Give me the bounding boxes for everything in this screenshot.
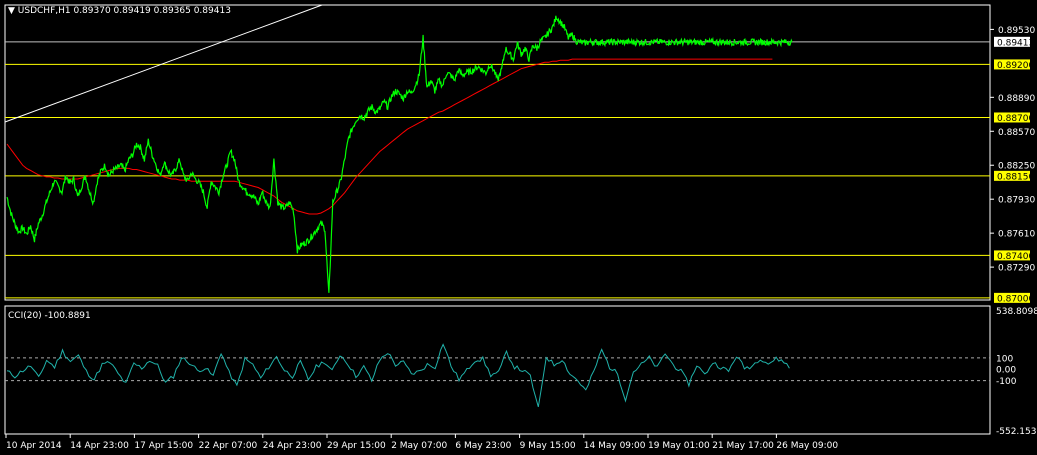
price-tick-label: 0.88890 (998, 94, 1035, 104)
level-label: 0.88150 (997, 172, 1034, 182)
time-tick-label: 22 Apr 07:00 (199, 441, 258, 451)
time-tick-label: 14 Apr 23:00 (70, 441, 129, 451)
symbol-title: ▼ USDCHF,H1 0.89370 0.89419 0.89365 0.89… (8, 6, 231, 16)
price-tick-label: 0.89530 (998, 26, 1035, 36)
ma-series (6, 58, 773, 215)
moving-average-line (6, 58, 773, 215)
price-tick-label: 0.87930 (998, 196, 1035, 206)
level-label: 0.87000 (997, 294, 1034, 304)
price-series (6, 15, 793, 293)
level-label: 0.88700 (997, 114, 1034, 124)
cci-tick-label: -552.1533 (996, 427, 1037, 437)
level-label: 0.89200 (997, 61, 1034, 71)
price-tick-label: 0.88570 (998, 128, 1035, 138)
time-tick-label: 24 Apr 23:00 (263, 441, 322, 451)
time-tick-label: 19 May 01:00 (648, 441, 710, 451)
chart-canvas: 0.89200 0.88700 0.88150 0.87400 0.87000 0.894… (4, 4, 1037, 451)
price-tick-label: 0.87290 (998, 264, 1035, 274)
cci-panel-frame (4, 305, 991, 435)
time-tick-label: 17 Apr 15:00 (134, 441, 193, 451)
time-tick-label: 26 May 09:00 (776, 441, 838, 451)
time-tick-label: 21 May 17:00 (712, 441, 774, 451)
cci-tick-label: 100 (996, 354, 1013, 364)
price-line (6, 15, 793, 293)
level-label: 0.87400 (997, 252, 1034, 262)
time-tick-label: 14 May 09:00 (584, 441, 646, 451)
time-axis: 10 Apr 2014 14 Apr 23:00 17 Apr 15:00 22 Ap… (5, 434, 838, 451)
price-tick-label: 0.88250 (998, 162, 1035, 172)
time-tick-label: 9 May 15:00 (520, 441, 576, 451)
cci-line (6, 343, 790, 408)
cci-tick-label: 0.00 (996, 366, 1016, 376)
current-price-label: 0.89413 (997, 38, 1034, 48)
trendline-segment (4, 4, 323, 123)
time-tick-label: 10 Apr 2014 (6, 441, 62, 451)
symbol-title-text: USDCHF,H1 0.89370 0.89419 0.89365 0.8941… (17, 6, 231, 16)
dropdown-triangle-icon[interactable]: ▼ (8, 6, 15, 16)
time-tick-label: 29 Apr 15:00 (327, 441, 386, 451)
time-tick-label: 2 May 07:00 (391, 441, 447, 451)
level-lines: 0.89200 0.88700 0.88150 0.87400 0.87000 0.894… (5, 36, 1034, 304)
cci-tick-label: -100 (996, 377, 1017, 387)
trendline (4, 4, 323, 123)
cci-series (5, 343, 990, 408)
cci-title: CCI(20) -100.8891 (8, 311, 91, 321)
cci-tick-label: 538.8098 (996, 307, 1037, 317)
cci-title-text: CCI(20) -100.8891 (8, 311, 91, 321)
time-tick-label: 6 May 23:00 (455, 441, 511, 451)
cci-axis: 538.8098 100 0.00-100 -552.1533 (996, 307, 1037, 437)
cci-plot-border (4, 305, 991, 435)
price-tick-label: 0.87610 (998, 230, 1035, 240)
